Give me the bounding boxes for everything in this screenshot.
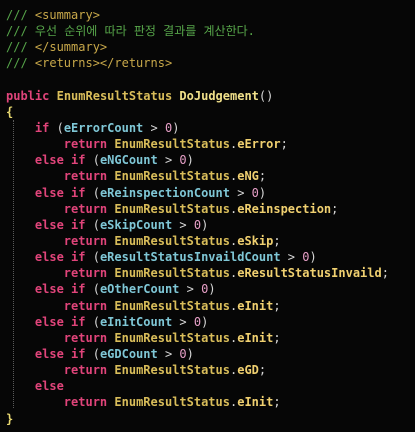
if-keyword: else if (34, 250, 86, 265)
enum-member: eSkip (237, 233, 274, 248)
branch-list: if (eErrorCount > 0) return EnumResultSt… (6, 120, 415, 378)
return-keyword: return (63, 298, 108, 313)
code-line-else: else (6, 378, 415, 394)
enum-member: eGD (237, 363, 259, 378)
condition-variable: eInitCount (99, 314, 173, 329)
enum-class: EnumResultStatus (114, 137, 230, 152)
condition-variable: eNGCount (99, 153, 158, 168)
numeric-literal: 0 (251, 185, 259, 200)
enum-member: eError (237, 137, 281, 152)
summary-text: 우선 순위에 따라 판정 결과를 계산한다. (34, 24, 255, 39)
comparison-operator: > (280, 250, 303, 265)
if-keyword: else if (34, 314, 86, 329)
doc-comment-prefix: /// (6, 8, 35, 22)
code-line-return: return EnumResultStatus.eError; (63, 137, 288, 152)
code-line-condition: else if (eInitCount > 0) (34, 314, 209, 329)
enum-member: eInit (237, 298, 274, 313)
comparison-operator: > (172, 314, 194, 329)
open-brace: { (6, 104, 14, 119)
return-keyword: return (63, 266, 108, 281)
condition-variable: eResultStatusInvaildCount (99, 250, 281, 265)
condition-variable: eGDCount (99, 346, 158, 361)
code-line-close-brace: } (6, 411, 415, 427)
if-keyword: else if (34, 282, 86, 297)
code-line-summary-close: /// </summary> (6, 39, 415, 55)
code-line-condition: else if (eResultStatusInvaildCount > 0) (34, 250, 317, 265)
code-line-return: return EnumResultStatus.eSkip; (63, 233, 281, 248)
return-keyword: return (63, 363, 108, 378)
comparison-operator: > (229, 185, 252, 200)
return-keyword: return (63, 395, 108, 410)
code-line-condition: else if (eNGCount > 0) (34, 153, 194, 168)
code-editor[interactable]: /// <summary> /// 우선 순위에 따라 판정 결과를 계산한다.… (0, 0, 415, 432)
if-keyword: else if (34, 185, 86, 200)
code-line-return: return EnumResultStatus.eInit; (63, 298, 281, 313)
enum-class: EnumResultStatus (114, 233, 230, 248)
doc-comment-prefix: /// (6, 24, 35, 39)
code-line-condition: else if (eOtherCount > 0) (34, 282, 216, 297)
comparison-operator: > (157, 346, 180, 361)
enum-member: eInit (237, 395, 274, 410)
numeric-literal: 0 (179, 153, 187, 168)
code-line-return: return EnumResultStatus.eInit; (63, 330, 281, 345)
code-line-return: return EnumResultStatus.eNG; (63, 169, 267, 184)
comparison-operator: > (143, 120, 165, 135)
enum-class: EnumResultStatus (114, 395, 230, 410)
code-line-condition: else if (eGDCount > 0) (34, 346, 194, 361)
if-keyword: else if (34, 153, 86, 168)
else-keyword: else (34, 379, 64, 394)
enum-member: eInit (237, 330, 274, 345)
code-line-signature: public EnumResultStatus DoJudgement() (6, 88, 415, 104)
enum-class: EnumResultStatus (114, 298, 230, 313)
return-keyword: return (63, 169, 108, 184)
condition-variable: eOtherCount (99, 282, 180, 297)
code-line-condition: else if (eReinspectionCount > 0) (34, 185, 267, 200)
comparison-operator: > (179, 282, 202, 297)
code-line-return: return EnumResultStatus.eGD; (63, 363, 267, 378)
enum-class: EnumResultStatus (114, 201, 230, 216)
summary-close-tag: </summary> (34, 40, 108, 55)
code-line-condition: if (eErrorCount > 0) (34, 120, 180, 135)
if-keyword: if (34, 120, 50, 135)
doc-comment-prefix: /// (6, 40, 35, 55)
condition-variable: eSkipCount (99, 217, 173, 232)
return-keyword: return (63, 137, 108, 152)
enum-member: eReinspection (237, 201, 332, 216)
enum-class: EnumResultStatus (114, 169, 230, 184)
close-brace: } (6, 411, 14, 426)
return-keyword: return (63, 233, 108, 248)
if-keyword: else if (34, 217, 86, 232)
code-line-condition: else if (eSkipCount > 0) (34, 217, 209, 232)
method-params: () (258, 88, 274, 103)
enum-class: EnumResultStatus (114, 363, 230, 378)
enum-class: EnumResultStatus (114, 330, 230, 345)
condition-variable: eReinspectionCount (99, 185, 230, 200)
returns-tag: <returns></returns> (34, 56, 173, 71)
code-line-returns: /// <returns></returns> (6, 55, 415, 71)
comparison-operator: > (157, 153, 180, 168)
code-line-else-return: return EnumResultStatus.eInit; (63, 395, 281, 410)
comparison-operator: > (172, 217, 194, 232)
enum-member: eResultStatusInvaild (237, 266, 382, 281)
code-line-summary-text: /// 우선 순위에 따라 판정 결과를 계산한다. (6, 23, 415, 39)
return-keyword: return (63, 330, 108, 345)
code-line-open-brace: { (6, 104, 415, 120)
return-type: EnumResultStatus (56, 88, 173, 103)
code-line-return: return EnumResultStatus.eResultStatusInv… (63, 266, 389, 281)
if-keyword: else if (34, 346, 86, 361)
code-line-return: return EnumResultStatus.eReinspection; (63, 201, 339, 216)
return-keyword: return (63, 201, 108, 216)
method-name: DoJudgement (179, 88, 259, 103)
summary-open-tag: <summary> (34, 8, 100, 22)
code-line-summary: /// <summary> (6, 7, 415, 23)
condition-variable: eErrorCount (63, 120, 144, 135)
enum-member: eNG (237, 169, 259, 184)
doc-comment-prefix: /// (6, 56, 35, 71)
numeric-literal: 0 (179, 346, 187, 361)
access-modifier: public (6, 88, 50, 103)
enum-class: EnumResultStatus (114, 266, 230, 281)
